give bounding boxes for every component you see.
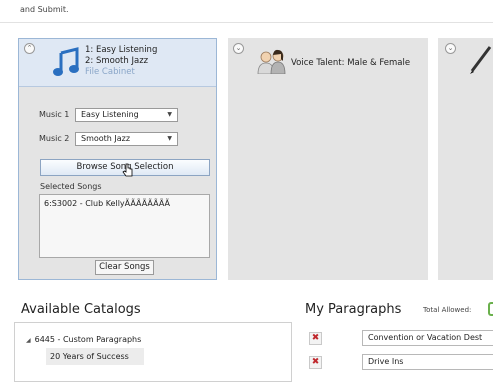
music1-select[interactable]: Easy Listening ▼ — [75, 108, 178, 122]
catalog-root-label: 6445 - Custom Paragraphs — [34, 335, 142, 344]
selected-songs-label: Selected Songs — [40, 182, 102, 191]
music-line-2: 2: Smooth Jazz — [85, 56, 149, 66]
voice-panel — [228, 38, 428, 280]
collapse-chevron-icon[interactable]: ⌃ — [24, 43, 35, 54]
music-line-1: 1: Easy Listening — [85, 45, 158, 55]
music1-select-value: Easy Listening — [81, 110, 139, 119]
my-paragraphs-title: My Paragraphs — [305, 302, 402, 317]
delete-x-icon[interactable]: ✖ — [309, 356, 322, 369]
paragraph-row: ✖ Drive Ins — [303, 353, 493, 373]
selected-song-item[interactable]: 6:S3002 - Club KellyÃÃÃÃÃÃÃÃ — [44, 199, 205, 208]
music2-select-value: Smooth Jazz — [81, 134, 131, 143]
paragraph-field[interactable]: Convention or Vacation Dest — [362, 330, 493, 346]
expand-triangle-icon[interactable]: ◢ — [26, 337, 31, 344]
mouse-pointer-icon — [122, 163, 133, 177]
top-bar: and Submit. — [0, 0, 493, 23]
catalog-tree-root[interactable]: ◢ 6445 - Custom Paragraphs — [26, 335, 141, 344]
paragraph-field[interactable]: Drive Ins — [362, 354, 493, 370]
voice-talent-label: Voice Talent: Male & Female — [291, 58, 411, 68]
music-summary: 1: Easy Listening 2: Smooth Jazz File Ca… — [85, 45, 157, 78]
available-catalogs-title: Available Catalogs — [21, 302, 141, 317]
collapse-chevron-icon[interactable]: ⌄ — [445, 43, 456, 54]
music2-select[interactable]: Smooth Jazz ▼ — [75, 132, 178, 146]
instruction-text: and Submit. — [20, 5, 69, 14]
collapse-chevron-icon[interactable]: ⌄ — [233, 43, 244, 54]
dropdown-arrow-icon: ▼ — [167, 111, 172, 118]
pen-icon — [470, 46, 492, 74]
total-allowed-label: Total Allowed: — [423, 306, 472, 314]
total-allowed-box — [488, 302, 493, 316]
catalog-tree-item[interactable]: 20 Years of Success — [46, 348, 144, 365]
music-note-icon — [53, 47, 79, 76]
dropdown-arrow-icon: ▼ — [167, 135, 172, 142]
file-cabinet-link[interactable]: File Cabinet — [85, 67, 157, 78]
selected-songs-list[interactable]: 6:S3002 - Club KellyÃÃÃÃÃÃÃÃ — [39, 194, 210, 258]
music1-label: Music 1 — [39, 110, 70, 119]
music2-label: Music 2 — [39, 134, 70, 143]
people-icon — [257, 49, 286, 74]
delete-x-icon[interactable]: ✖ — [309, 332, 322, 345]
paragraph-row: ✖ Convention or Vacation Dest — [303, 329, 493, 349]
clear-songs-button[interactable]: Clear Songs — [95, 260, 154, 275]
